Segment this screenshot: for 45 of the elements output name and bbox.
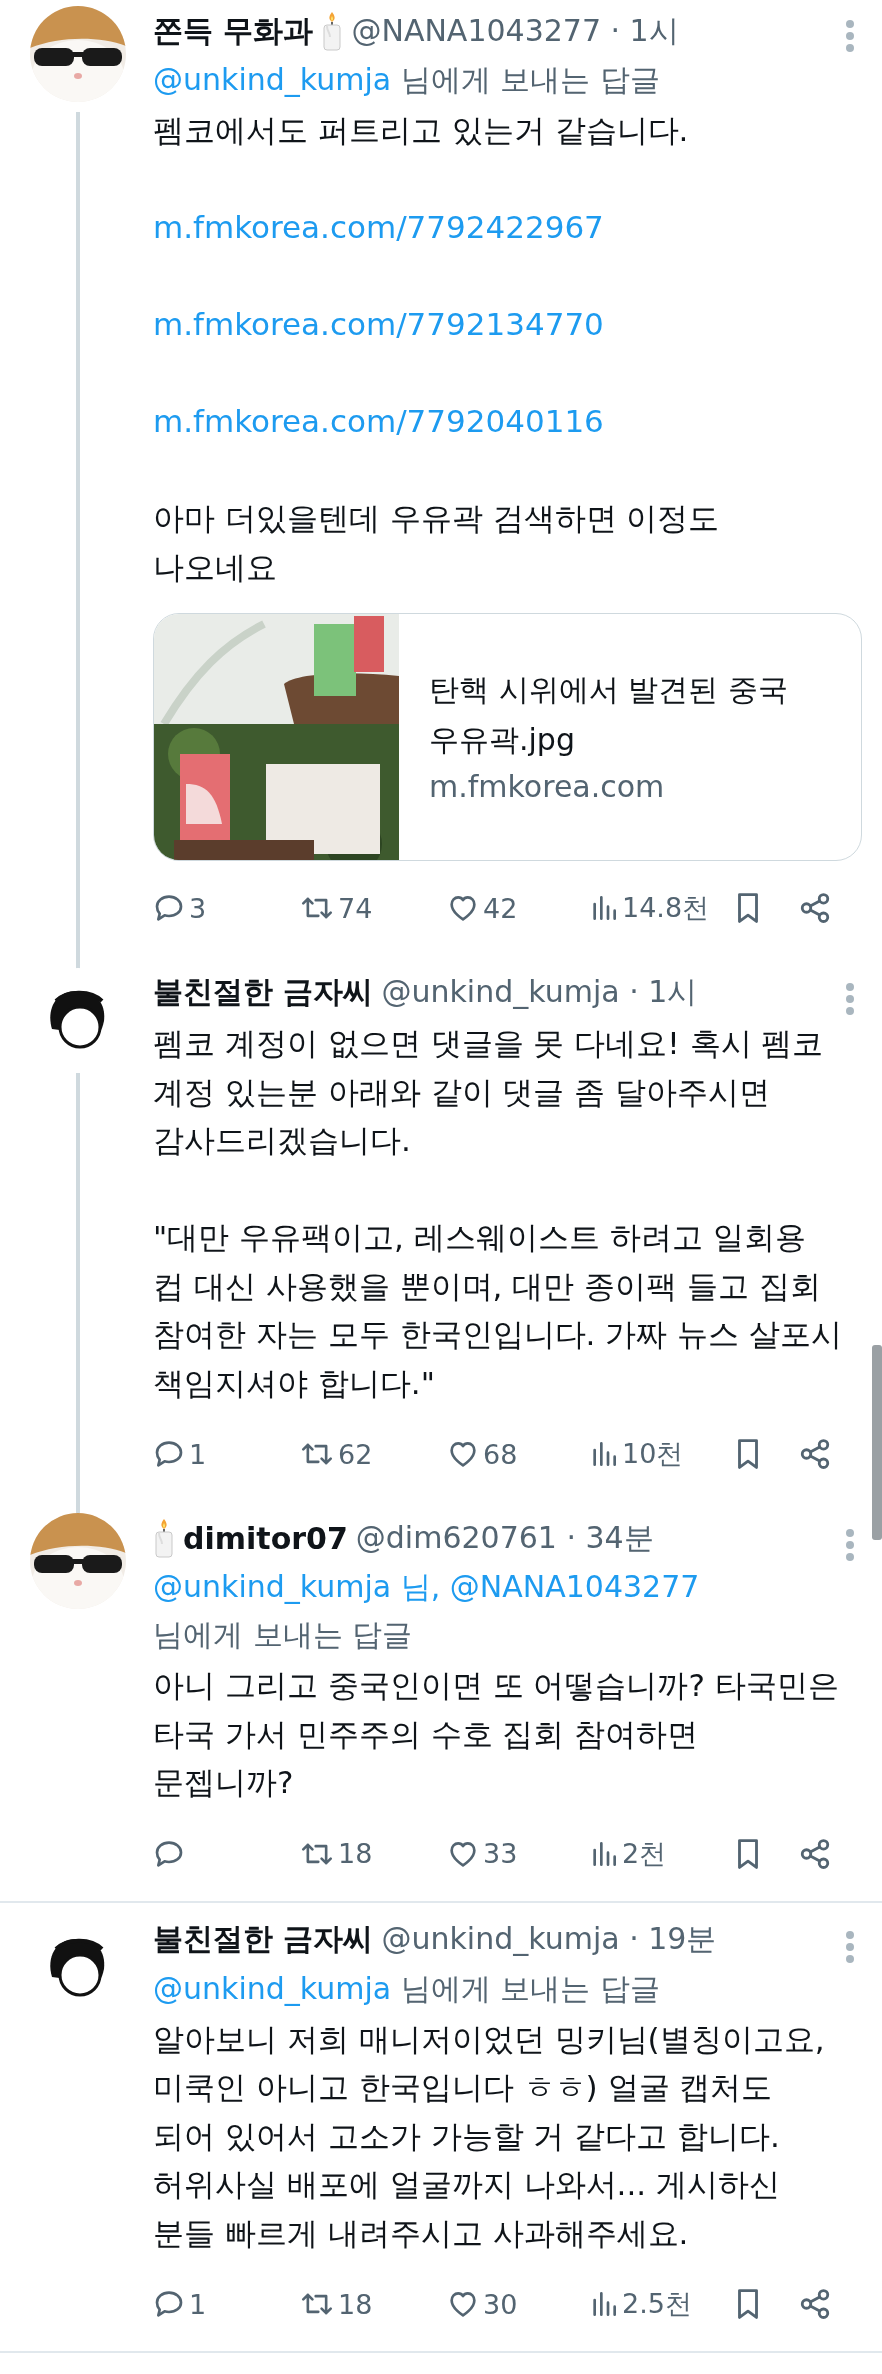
post-text: "대만 우유팩이고, 레스웨이스트 하려고 일회용 컵 대신 사용했을 뿐이며, 대만 종이팩 들고 집회 참여한 자는 모두 한국인입니다. 가짜 뉴스 살포시 책임지셔야 합니다." [153, 1218, 843, 1403]
share-icon[interactable] [798, 891, 832, 925]
like-count[interactable]: 42 [447, 892, 518, 924]
scrollbar[interactable] [872, 1345, 882, 1540]
candle-icon [321, 11, 344, 51]
views-count[interactable]: 14.8천 [590, 890, 710, 926]
repost-count[interactable]: 74 [300, 892, 373, 924]
reply-context: @unkind_kumja 님에게 보내는 답글 [153, 61, 661, 99]
reply-context: @unkind_kumja 님에게 보내는 답글 [153, 1969, 661, 2008]
share-icon[interactable] [798, 1437, 832, 1471]
reply-count[interactable]: 1 [153, 1438, 207, 1470]
share-icon[interactable] [798, 2287, 832, 2321]
repost-count[interactable]: 18 [300, 2288, 373, 2320]
views-count[interactable]: 2.5천 [590, 2286, 692, 2322]
link-preview-card[interactable]: 탄핵 시위에서 발견된 중국 우유곽.jpg m.fmkorea.com [153, 613, 862, 861]
link-title: 탄핵 시위에서 발견된 중국 우유곽.jpg [429, 671, 788, 759]
post-text: 알아보니 저희 매니저이었던 밍키님(별칭이고요, 미쿡인 아니고 한국입니다 ㅎㅎ) 얼굴 캡처도 되어 있어서 고소가 가능할 거 같다고 합니다. 허위사실 배포에 얼굴까지 나와서... 게시하신 분들 빠르게 내려주시고 사과해주세요. [153, 2019, 826, 2253]
post-text: 펨코 계정이 없으면 댓글을 못 다네요! 혹시 펨코 계정 있는분 아래와 같이 댓글 좀 달아주시면 감사드리겠습니다. [153, 1024, 825, 1160]
display-name[interactable]: dimitor07 [183, 1520, 348, 1556]
post-text: 아니 그리고 중국인이면 또 어떻습니까? 타국민은 타국 가서 민주주의 수호 집회 참여하면 문젭니까? [153, 1666, 840, 1802]
handle-and-time: @unkind_kumja · 1시 [381, 972, 698, 1011]
like-count[interactable]: 33 [447, 1837, 518, 1870]
handle-and-time: @dim620761 · 34분 [355, 1518, 654, 1557]
reply-icon [153, 1438, 185, 1470]
repost-count[interactable]: 18 [300, 1837, 373, 1870]
link-domain: m.fmkorea.com [429, 768, 666, 806]
handle-and-time: @unkind_kumja · 19분 [381, 1920, 717, 1958]
display-name[interactable]: 쫀득 무화과 [153, 10, 314, 52]
repost-count[interactable]: 62 [300, 1438, 373, 1470]
reply-context: @unkind_kumja 님, @NANA1043277 님에게 보내는 답글 [153, 1568, 701, 1654]
display-name[interactable]: 불친절한 금자씨 [153, 1919, 374, 1960]
reply-icon [153, 2288, 185, 2320]
like-count[interactable]: 30 [447, 2288, 518, 2320]
handle-and-time: @NANA1043277 · 1시 [351, 11, 679, 50]
like-count[interactable]: 68 [447, 1438, 518, 1470]
reply-count[interactable]: 1 [153, 2288, 207, 2320]
post-text: 펨코에서도 퍼트리고 있는거 같습니다. [153, 111, 690, 150]
display-name[interactable]: 불친절한 금자씨 [153, 971, 374, 1013]
views-count[interactable]: 10천 [590, 1436, 684, 1472]
candle-icon [153, 1518, 175, 1558]
reply-icon [153, 892, 185, 924]
views-count[interactable]: 2천 [590, 1835, 667, 1872]
reply-count[interactable]: 3 [153, 892, 207, 924]
post-text: 아마 더있을텐데 우유곽 검색하면 이정도 나오네요 [153, 499, 721, 587]
share-icon[interactable] [798, 1836, 832, 1871]
